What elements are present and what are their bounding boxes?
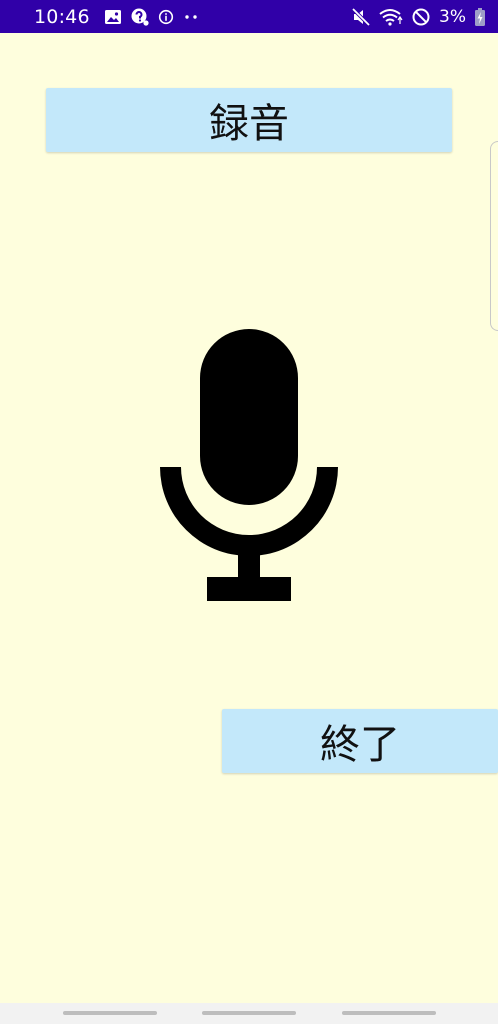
record-button[interactable]: 録音 (46, 88, 452, 152)
nav-home-pill[interactable] (202, 1011, 296, 1015)
stop-button[interactable]: 終了 (222, 709, 498, 773)
battery-percent: 3% (439, 6, 466, 27)
status-bar-left: 10:46 (34, 0, 200, 33)
nav-recents-pill[interactable] (63, 1011, 157, 1015)
microphone-icon (160, 329, 338, 601)
status-bar-right: 3% (351, 0, 486, 33)
wifi-icon (379, 7, 403, 27)
mute-icon (351, 7, 371, 27)
nav-back-pill[interactable] (342, 1011, 436, 1015)
do-not-disturb-icon (411, 7, 431, 27)
app-content: 録音 終了 (0, 33, 498, 1003)
navigation-bar (0, 1003, 498, 1024)
battery-charging-icon (474, 7, 486, 27)
image-icon (104, 9, 122, 25)
info-icon (158, 9, 174, 25)
status-bar: 10:46 3% (0, 0, 498, 33)
status-time: 10:46 (34, 5, 90, 28)
assistant-icon (130, 7, 150, 27)
more-dots-icon (182, 9, 200, 25)
edge-panel-handle[interactable] (490, 141, 498, 331)
